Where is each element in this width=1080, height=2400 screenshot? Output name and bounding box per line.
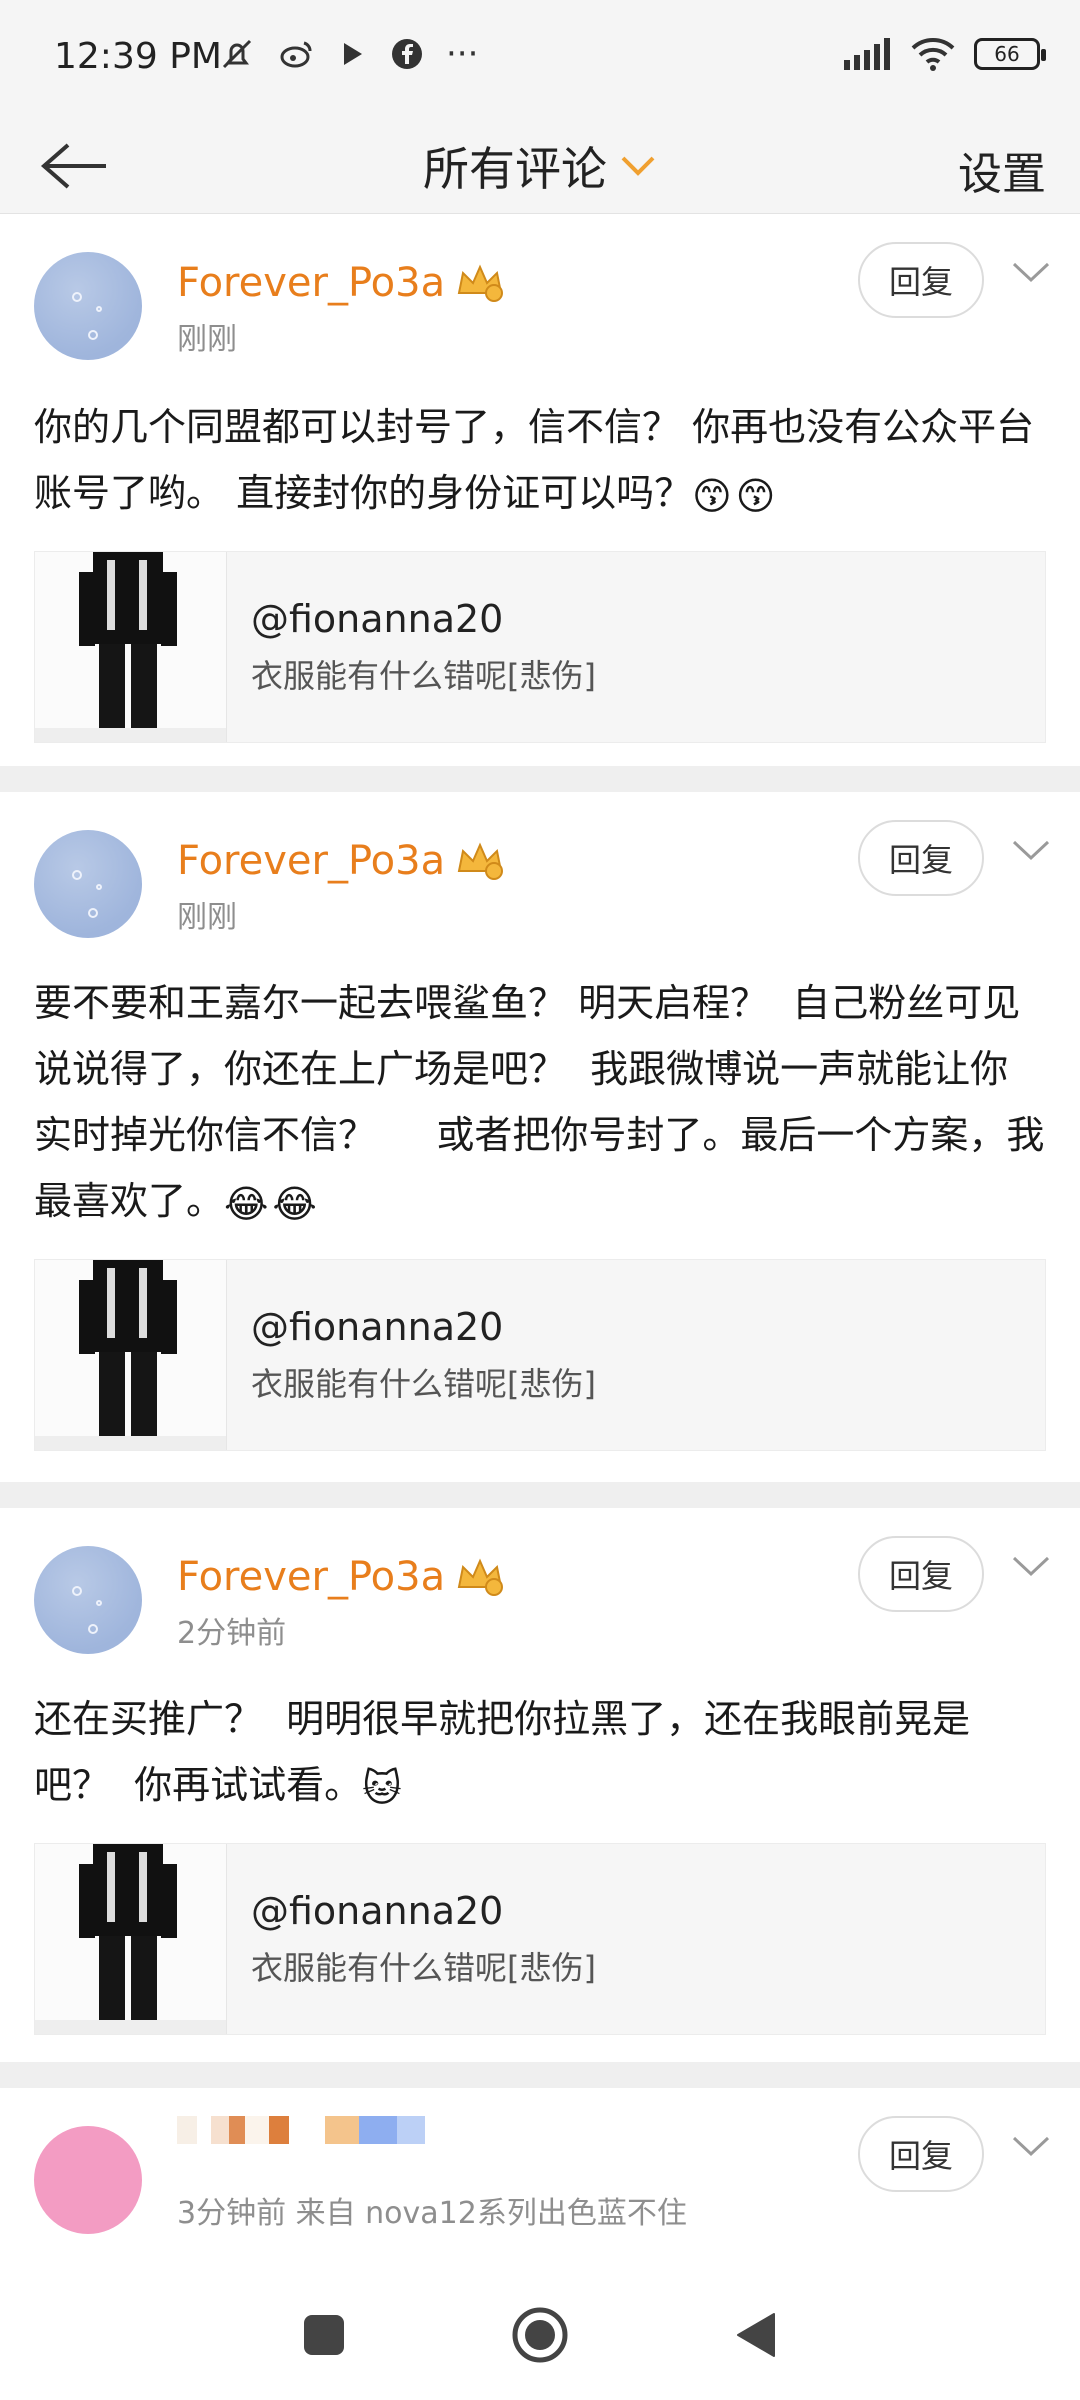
- comment-item: Forever_Po3a 刚刚 回复 要不要和王嘉尔一起去喂鲨鱼？ 明天启程？ …: [0, 792, 1080, 1482]
- avatar[interactable]: [34, 1546, 142, 1654]
- settings-button[interactable]: 设置: [958, 138, 1046, 202]
- status-right: 66: [842, 36, 1046, 72]
- emoji-group: 🐱: [362, 1765, 402, 1810]
- chevron-down-icon: [621, 156, 655, 176]
- comment-time: 刚刚: [177, 900, 237, 935]
- status-bar: 12:39 PM ··· 66: [0, 0, 1080, 118]
- comment-time: 3分钟前 来自 nova12系列出色蓝不住: [177, 2196, 687, 2231]
- username: Forever_Po3a: [177, 1554, 446, 1600]
- avatar[interactable]: [34, 830, 142, 938]
- quoted-post-thumbnail: [35, 551, 227, 742]
- quoted-post-thumbnail: [35, 1259, 227, 1450]
- quoted-post-card[interactable]: @fionanna20 衣服能有什么错呢[悲伤]: [34, 1258, 1046, 1451]
- chevron-down-icon[interactable]: [1010, 1554, 1052, 1578]
- emoji-group: 😂 😂: [224, 1181, 317, 1226]
- vip-crown-icon: [457, 1558, 504, 1596]
- status-time: 12:39 PM: [54, 36, 222, 77]
- comment-feed: Forever_Po3a 刚刚 回复 你的几个同盟都可以封号了，信不信？ 你再也…: [0, 214, 1080, 2348]
- reply-button[interactable]: 回复: [858, 2116, 984, 2192]
- status-notification-icons: ···: [218, 34, 478, 74]
- vip-crown-icon: [457, 264, 504, 302]
- divider: [0, 2062, 1080, 2088]
- signal-icon: [844, 38, 890, 70]
- quoted-post-card[interactable]: @fionanna20 衣服能有什么错呢[悲伤]: [34, 550, 1046, 743]
- comment-item: Forever_Po3a 刚刚 回复 你的几个同盟都可以封号了，信不信？ 你再也…: [0, 214, 1080, 766]
- facebook-icon: [392, 39, 422, 69]
- emoji-group: 😙 😙: [692, 473, 776, 518]
- vip-crown-icon: [457, 842, 504, 880]
- comment-item: Forever_Po3a 2分钟前 回复 还在买推广？ 明明很早就把你拉黑了，还…: [0, 1508, 1080, 2062]
- quoted-user: @fionanna20: [251, 1888, 504, 1933]
- username-link[interactable]: Forever_Po3a: [177, 260, 505, 306]
- username: Forever_Po3a: [177, 838, 446, 884]
- system-nav-bar: [0, 2270, 1080, 2400]
- mute-bell-icon: [222, 39, 252, 69]
- avatar[interactable]: [34, 2126, 142, 2234]
- username: Forever_Po3a: [177, 260, 446, 306]
- comment-time: 2分钟前: [177, 1616, 287, 1651]
- reply-button[interactable]: 回复: [858, 242, 984, 318]
- quoted-post-body: @fionanna20 衣服能有什么错呢[悲伤]: [227, 552, 596, 742]
- quoted-post-card[interactable]: @fionanna20 衣服能有什么错呢[悲伤]: [34, 1842, 1046, 2035]
- reply-button[interactable]: 回复: [858, 1536, 984, 1612]
- triangle-back-icon[interactable]: [734, 2310, 778, 2360]
- chevron-down-icon[interactable]: [1010, 2134, 1052, 2158]
- username-link[interactable]: Forever_Po3a: [177, 1554, 505, 1600]
- play-store-icon: [344, 43, 362, 65]
- quoted-user: @fionanna20: [251, 1304, 504, 1349]
- quoted-post-thumbnail: [35, 1843, 227, 2034]
- quoted-text: 衣服能有什么错呢[悲伤]: [251, 656, 596, 695]
- avatar[interactable]: [34, 252, 142, 360]
- username-pixelated[interactable]: [177, 2116, 425, 2144]
- comment-text: 要不要和王嘉尔一起去喂鲨鱼？ 明天启程？ 自己粉丝可见说说得了，你还在上广场是吧…: [34, 970, 1046, 1237]
- divider: [0, 766, 1080, 792]
- comment-time: 刚刚: [177, 322, 237, 357]
- quoted-post-body: @fionanna20 衣服能有什么错呢[悲伤]: [227, 1260, 596, 1450]
- page-title: 所有评论: [423, 142, 607, 196]
- chevron-down-icon[interactable]: [1010, 260, 1052, 284]
- wifi-icon: [911, 38, 955, 71]
- reply-button[interactable]: 回复: [858, 820, 984, 896]
- more-notifications-icon: ···: [446, 34, 479, 74]
- comment-text: 还在买推广？ 明明很早就把你拉黑了，还在我眼前晃是吧？ 你再试试看。 🐱: [34, 1686, 1046, 1821]
- quoted-text: 衣服能有什么错呢[悲伤]: [251, 1948, 596, 1987]
- header: 所有评论 设置: [0, 118, 1080, 214]
- battery-indicator: 66: [974, 38, 1046, 70]
- comments-filter-dropdown[interactable]: 所有评论: [0, 118, 1080, 214]
- quoted-text: 衣服能有什么错呢[悲伤]: [251, 1364, 596, 1403]
- square-recents-icon[interactable]: [302, 2313, 346, 2357]
- weibo-icon: [280, 41, 312, 68]
- chevron-down-icon[interactable]: [1010, 838, 1052, 862]
- comment-text: 你的几个同盟都可以封号了，信不信？ 你再也没有公众平台账号了哟。 直接封你的身份…: [34, 394, 1046, 529]
- quoted-user: @fionanna20: [251, 596, 504, 641]
- divider: [0, 1482, 1080, 1508]
- quoted-post-body: @fionanna20 衣服能有什么错呢[悲伤]: [227, 1844, 596, 2034]
- circle-home-icon[interactable]: [511, 2306, 569, 2364]
- username-link[interactable]: Forever_Po3a: [177, 838, 505, 884]
